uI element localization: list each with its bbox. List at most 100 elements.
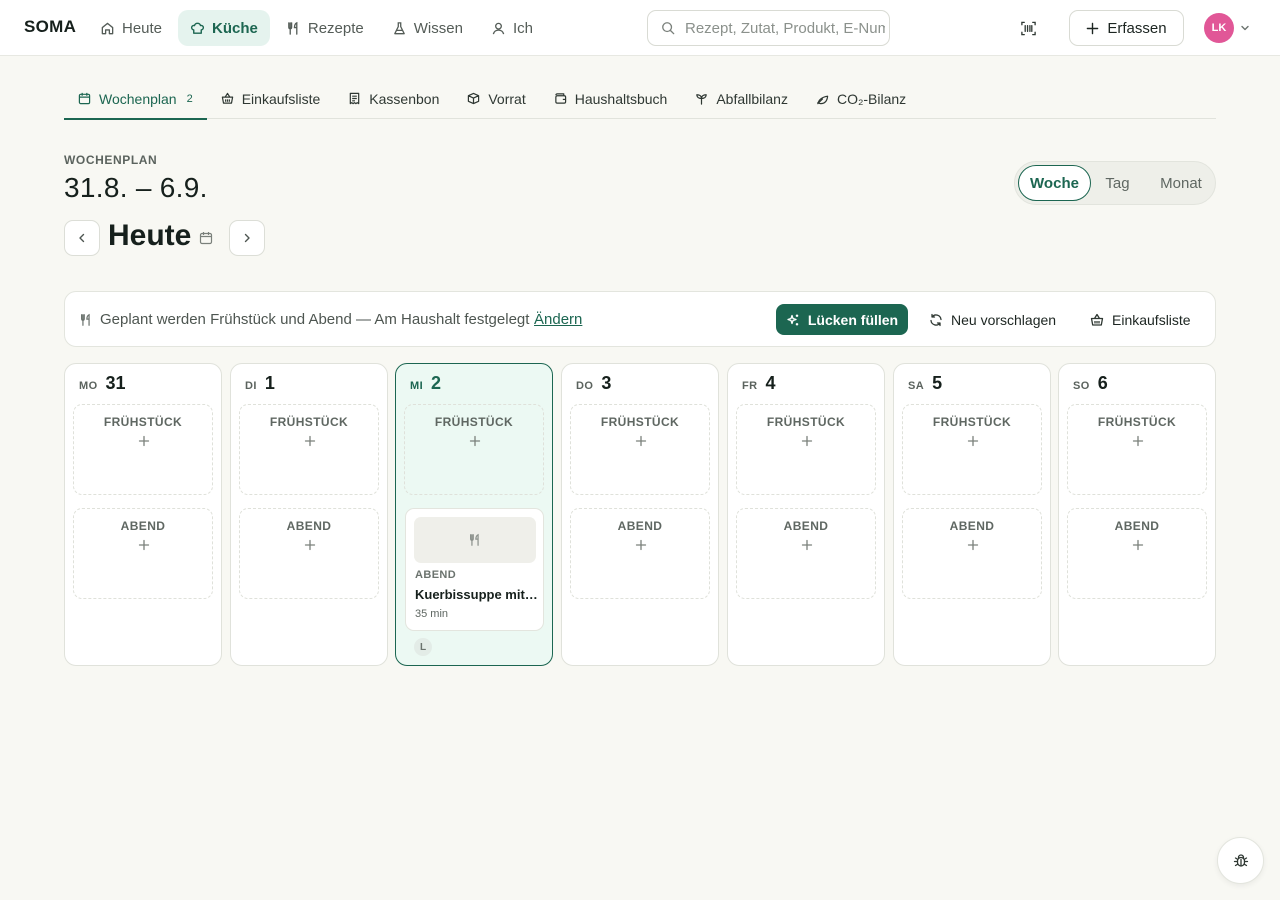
day-abbr: MO [79, 380, 98, 392]
view-week-button[interactable]: Woche [1018, 165, 1091, 201]
change-link[interactable]: Ändern [534, 311, 582, 328]
dinner-slot[interactable]: ABEND [239, 508, 379, 599]
barcode-scan-button[interactable] [1014, 14, 1042, 42]
nav-item-ich[interactable]: Ich [479, 10, 545, 46]
week-range: 31.8. – 6.9. [64, 172, 208, 203]
breakfast-slot[interactable]: FRÜHSTÜCK [404, 404, 544, 495]
day-column-friday: FR 4 FRÜHSTÜCK ABEND [727, 363, 885, 666]
day-column-sunday: SO 6 FRÜHSTÜCK ABEND [1058, 363, 1216, 666]
tab-label: Vorrat [488, 90, 526, 107]
slot-label: FRÜHSTÜCK [766, 415, 846, 429]
meal-duration: 35 min [415, 608, 449, 620]
slot-label: FRÜHSTÜCK [434, 415, 514, 429]
slot-label: ABEND [617, 519, 663, 533]
capture-button[interactable]: Erfassen [1069, 10, 1184, 46]
plus-icon [967, 435, 979, 447]
tab-einkaufsliste[interactable]: Einkaufsliste [207, 78, 335, 119]
main-nav: Heute Küche Rezepte Wissen Ich [88, 10, 545, 46]
day-header: MO 31 [79, 373, 126, 394]
avatar[interactable]: LK [1204, 13, 1234, 43]
search-field[interactable] [647, 10, 890, 46]
day-number: 5 [932, 373, 943, 393]
next-week-button[interactable] [229, 220, 265, 256]
top-bar: SOMA Heute Küche Rezepte Wissen Ich Reze… [0, 0, 1280, 56]
breakfast-slot[interactable]: FRÜHSTÜCK [570, 404, 710, 495]
calendar-icon [78, 92, 91, 105]
nav-item-label: Ich [512, 19, 533, 37]
home-icon [100, 21, 115, 36]
plus-icon [801, 539, 813, 551]
nav-item-wissen[interactable]: Wissen [380, 10, 475, 46]
tab-label: Wochenplan [99, 90, 177, 107]
day-number: 3 [601, 373, 612, 393]
bug-icon [1233, 853, 1249, 869]
meal-name: Kuerbissuppe mit Ingwer [415, 587, 539, 602]
day-column-monday: MO 31 FRÜHSTÜCK ABEND [64, 363, 222, 666]
shopping-list-button[interactable]: Einkaufsliste [1090, 304, 1191, 335]
plus-icon [138, 539, 150, 551]
tab-label: Einkaufsliste [241, 90, 321, 107]
fill-gaps-button[interactable]: Lücken füllen [776, 304, 908, 335]
planning-info-text: Geplant werden Frühstück und Abend — Am … [100, 311, 530, 328]
slot-label: ABEND [1114, 519, 1160, 533]
tab-vorrat[interactable]: Vorrat [453, 78, 539, 119]
search-input[interactable] [685, 19, 885, 37]
calendar-icon[interactable] [199, 231, 213, 245]
chevron-down-icon[interactable] [1239, 22, 1251, 34]
plus-icon [801, 435, 813, 447]
plus-icon [1132, 435, 1144, 447]
day-column-tuesday: DI 1 FRÜHSTÜCK ABEND [230, 363, 388, 666]
previous-week-button[interactable] [64, 220, 100, 256]
capture-button-label: Erfassen [1107, 19, 1167, 37]
breakfast-slot[interactable]: FRÜHSTÜCK [736, 404, 876, 495]
member-avatar: L [414, 638, 432, 656]
utensils-icon [468, 533, 482, 547]
nav-item-heute[interactable]: Heute [88, 10, 174, 46]
day-header: SO 6 [1073, 373, 1108, 394]
meal-image-placeholder [414, 517, 536, 563]
nav-item-kueche[interactable]: Küche [178, 10, 270, 46]
bug-report-button[interactable] [1217, 837, 1264, 884]
meal-type: ABEND [415, 569, 457, 581]
chevron-left-icon [76, 232, 88, 244]
tab-kassenbon[interactable]: Kassenbon [334, 78, 453, 119]
view-month-button[interactable]: Monat [1150, 165, 1212, 201]
tab-abfallbilanz[interactable]: Abfallbilanz [681, 78, 802, 119]
day-abbr: FR [742, 380, 758, 392]
nav-item-label: Heute [122, 19, 163, 37]
day-number: 31 [105, 373, 126, 393]
plus-icon [304, 539, 316, 551]
tab-co2-bilanz[interactable]: CO₂-Bilanz [802, 78, 920, 119]
dinner-slot[interactable]: ABEND [73, 508, 213, 599]
suggest-new-label: Neu vorschlagen [951, 311, 1057, 328]
tab-wochenplan[interactable]: Wochenplan 2 [64, 78, 207, 120]
day-header: MI 2 [410, 373, 441, 394]
slot-label: FRÜHSTÜCK [932, 415, 1012, 429]
dinner-slot[interactable]: ABEND [736, 508, 876, 599]
nav-item-rezepte[interactable]: Rezepte [274, 10, 376, 46]
tab-haushaltsbuch[interactable]: Haushaltsbuch [540, 78, 682, 119]
receipt-icon [348, 92, 361, 105]
breakfast-slot[interactable]: FRÜHSTÜCK [902, 404, 1042, 495]
dinner-slot[interactable]: ABEND [1067, 508, 1207, 599]
breakfast-slot[interactable]: FRÜHSTÜCK [1067, 404, 1207, 495]
breakfast-slot[interactable]: FRÜHSTÜCK [73, 404, 213, 495]
app-logo[interactable]: SOMA [24, 17, 76, 37]
day-number: 6 [1097, 373, 1108, 393]
tab-label: Haushaltsbuch [574, 90, 668, 107]
day-header: DI 1 [245, 373, 275, 394]
plus-icon [469, 435, 481, 447]
meal-card[interactable]: ABEND Kuerbissuppe mit Ingwer 35 min [405, 508, 544, 631]
view-day-button[interactable]: Tag [1095, 165, 1140, 201]
dinner-slot[interactable]: ABEND [902, 508, 1042, 599]
day-header: DO 3 [576, 373, 611, 394]
slot-label: FRÜHSTÜCK [600, 415, 680, 429]
slot-label: ABEND [949, 519, 995, 533]
dinner-slot[interactable]: ABEND [570, 508, 710, 599]
breakfast-slot[interactable]: FRÜHSTÜCK [239, 404, 379, 495]
utensils-icon [79, 313, 93, 327]
slot-label: ABEND [286, 519, 332, 533]
slot-label: ABEND [120, 519, 166, 533]
suggest-new-button[interactable]: Neu vorschlagen [929, 304, 1056, 335]
kitchen-tabs: Wochenplan 2 Einkaufsliste Kassenbon Vor… [64, 78, 1216, 120]
